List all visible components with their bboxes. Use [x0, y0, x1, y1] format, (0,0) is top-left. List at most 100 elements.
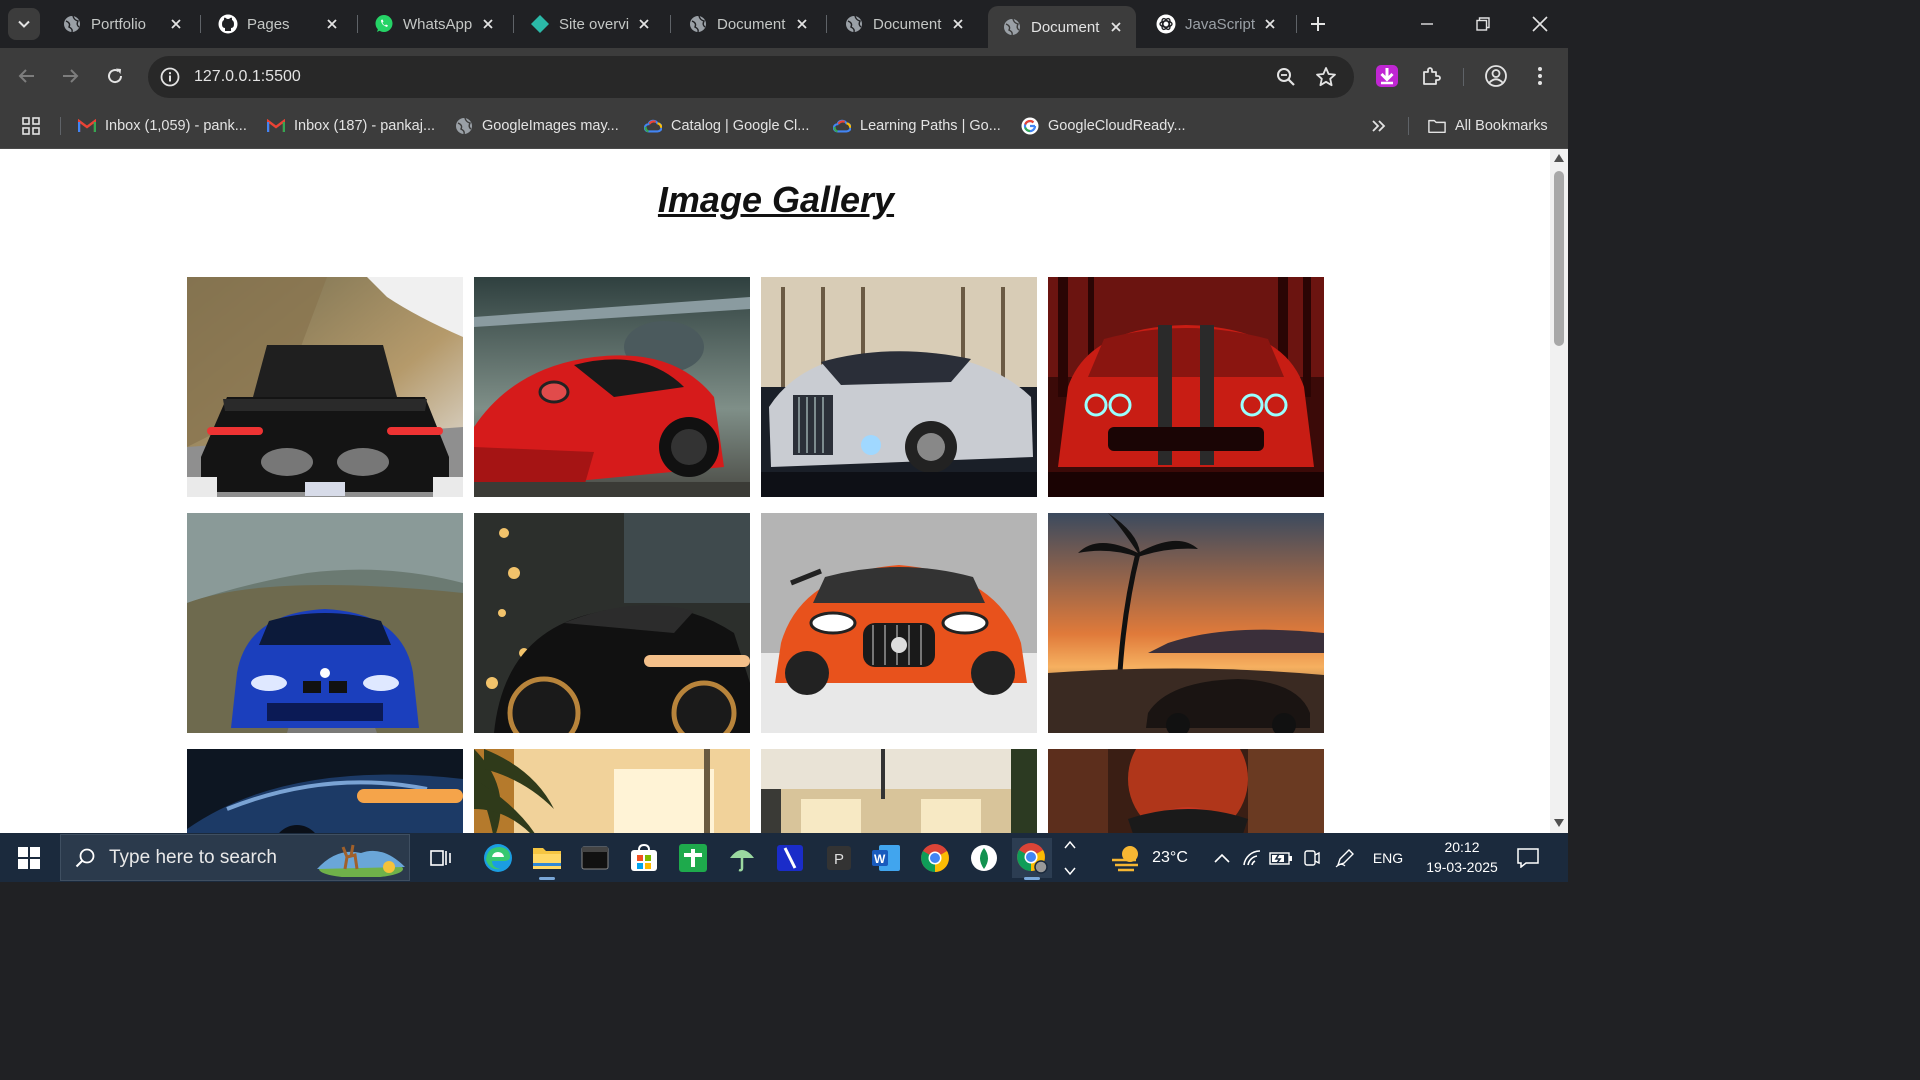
taskbar-chrome-profile[interactable]: [1012, 838, 1052, 880]
gallery-image-shop-front[interactable]: [761, 749, 1037, 833]
notification-center-button[interactable]: [1512, 833, 1544, 882]
close-icon[interactable]: [1106, 17, 1126, 37]
close-window-button[interactable]: [1524, 8, 1556, 40]
tab-portfolio[interactable]: Portfolio: [48, 6, 196, 42]
back-button[interactable]: [11, 60, 43, 92]
bookmark-inbox-1[interactable]: Inbox (1,059) - pank...: [78, 113, 247, 139]
more-bookmarks-button[interactable]: [1370, 113, 1397, 139]
taskbar-word[interactable]: W: [866, 838, 906, 878]
taskbar-file-explorer[interactable]: [527, 838, 567, 880]
tray-show-hidden[interactable]: [1210, 833, 1234, 882]
bookmark-google-images[interactable]: GoogleImages may...: [455, 113, 619, 139]
address-bar[interactable]: 127.0.0.1:5500: [148, 56, 1354, 98]
site-info-icon[interactable]: [157, 64, 183, 90]
start-button[interactable]: [6, 835, 52, 881]
download-extension-icon[interactable]: [1373, 62, 1401, 90]
bookmark-learning-paths[interactable]: Learning Paths | Go...: [833, 113, 1001, 139]
taskbar-p-app[interactable]: P: [819, 838, 859, 878]
clock-time: 20:12: [1444, 839, 1480, 855]
pen-icon: [1335, 848, 1354, 867]
gallery-image-red-ferrari[interactable]: [474, 277, 750, 497]
arrow-left-icon: [18, 69, 34, 83]
weather-widget[interactable]: [1108, 833, 1144, 882]
zoom-icon[interactable]: [1274, 65, 1298, 89]
taskbar-sheets[interactable]: [673, 838, 713, 878]
reload-button[interactable]: [99, 60, 131, 92]
scroll-down-arrow-icon[interactable]: [1553, 817, 1565, 829]
gallery-image-rolls-royce[interactable]: [761, 277, 1037, 497]
tray-network[interactable]: [1240, 833, 1264, 882]
gallery-image-red-challenger[interactable]: [1048, 277, 1324, 497]
close-icon[interactable]: [166, 14, 186, 34]
weather-temperature[interactable]: 23°C: [1148, 833, 1192, 882]
taskbar-chrome[interactable]: [915, 838, 955, 878]
globe-icon: [1002, 17, 1022, 37]
close-icon[interactable]: [948, 14, 968, 34]
svg-text:W: W: [874, 852, 886, 866]
github-icon: [218, 14, 238, 34]
gallery-image-orange-amg[interactable]: [761, 513, 1037, 733]
taskbar-vscode-alt[interactable]: [770, 838, 810, 878]
gallery-image-lamborghini-rear[interactable]: [187, 277, 463, 497]
chevron-up-icon: [1214, 853, 1230, 863]
gallery-image-blue-car-detail[interactable]: [187, 749, 463, 833]
gallery-image-autumn-car[interactable]: [1048, 749, 1324, 833]
plus-icon: [1311, 17, 1325, 31]
tab-javascript[interactable]: JavaScript: [1142, 6, 1290, 42]
taskbar-terminal[interactable]: [575, 838, 615, 878]
apps-grid-button[interactable]: [22, 113, 49, 139]
bookmark-star-icon[interactable]: [1314, 65, 1338, 89]
scrollbar-thumb[interactable]: [1554, 171, 1564, 346]
forward-button[interactable]: [54, 60, 86, 92]
tab-pages[interactable]: Pages: [204, 6, 352, 42]
minimize-button[interactable]: [1411, 8, 1443, 40]
tray-meet-now[interactable]: [1298, 833, 1324, 882]
tab-document-1[interactable]: Document: [674, 6, 822, 42]
plus-app-icon: [679, 844, 707, 872]
tab-whatsapp[interactable]: WhatsApp: [360, 6, 508, 42]
close-icon[interactable]: [792, 14, 812, 34]
close-icon[interactable]: [478, 14, 498, 34]
bookmark-google-cloud-ready[interactable]: GoogleCloudReady...: [1021, 113, 1186, 139]
close-icon[interactable]: [1260, 14, 1280, 34]
taskbar-clock[interactable]: 20:12 19-03-2025: [1422, 837, 1502, 877]
tab-search-button[interactable]: [8, 8, 40, 40]
close-icon: [1532, 16, 1548, 32]
gallery-image-showroom-interior[interactable]: [474, 749, 750, 833]
tray-pen[interactable]: [1332, 833, 1358, 882]
scroll-up-arrow-icon[interactable]: [1553, 152, 1565, 164]
all-bookmarks-button[interactable]: All Bookmarks: [1428, 113, 1548, 139]
tab-document-active[interactable]: Document: [988, 6, 1136, 48]
taskbar-umbrella-app[interactable]: [722, 838, 762, 878]
bookmark-label: GoogleCloudReady...: [1048, 118, 1186, 134]
bookmark-inbox-2[interactable]: Inbox (187) - pankaj...: [267, 113, 435, 139]
close-icon[interactable]: [634, 14, 654, 34]
new-tab-button[interactable]: [1304, 10, 1332, 38]
taskbar-search-box[interactable]: Type here to search: [60, 834, 410, 881]
browser-toolbar: 127.0.0.1:5500: [0, 48, 1568, 104]
taskbar-scroll[interactable]: [1060, 833, 1080, 882]
gallery-image-blue-bmw[interactable]: [187, 513, 463, 733]
tray-battery[interactable]: [1268, 833, 1294, 882]
backslash-app-icon: [777, 845, 803, 871]
bookmark-catalog[interactable]: Catalog | Google Cl...: [644, 113, 809, 139]
profile-avatar-icon[interactable]: [1482, 62, 1510, 90]
close-icon[interactable]: [322, 14, 342, 34]
gallery-image-sunset-car[interactable]: [1048, 513, 1324, 733]
address-url[interactable]: 127.0.0.1:5500: [194, 68, 301, 86]
extensions-puzzle-icon[interactable]: [1418, 62, 1446, 90]
task-view-button[interactable]: [421, 838, 461, 878]
kebab-menu-icon[interactable]: [1526, 62, 1554, 90]
page-scrollbar[interactable]: [1550, 149, 1568, 833]
tab-site-overview[interactable]: Site overvi: [516, 6, 664, 42]
globe-icon: [688, 14, 708, 34]
gallery-image-black-porsche[interactable]: [474, 513, 750, 733]
tab-document-2[interactable]: Document: [830, 6, 978, 42]
taskbar-leaf-app[interactable]: [964, 838, 1004, 878]
restore-button[interactable]: [1467, 8, 1499, 40]
image-gallery: [187, 277, 1324, 833]
taskbar-edge[interactable]: [478, 838, 518, 878]
taskbar-store[interactable]: [624, 838, 664, 878]
tray-language[interactable]: ENG: [1368, 833, 1408, 882]
windows-taskbar: Type here to search P W 23°C ENG 20:12 1…: [0, 833, 1568, 882]
